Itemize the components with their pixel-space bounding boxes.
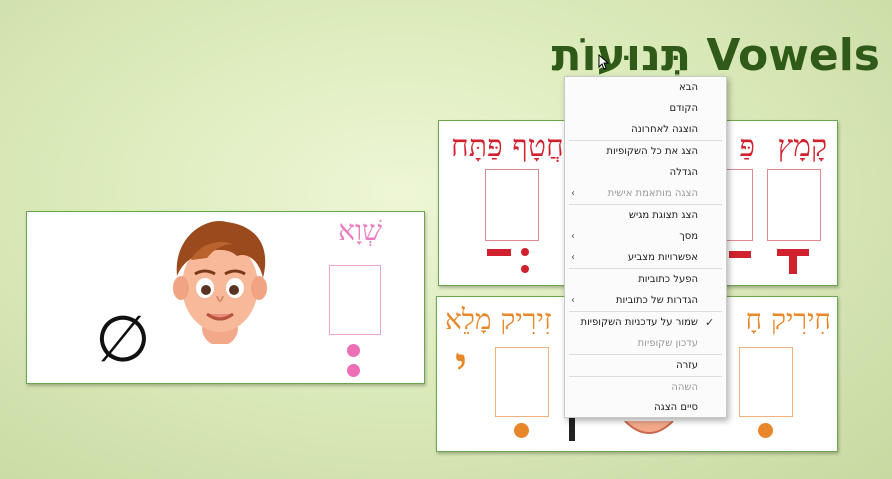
hiriq-male-box bbox=[495, 347, 549, 417]
menu-label: הצג תצוגת מגיש bbox=[628, 210, 698, 221]
menu-item-screen[interactable]: ‹ מסך bbox=[565, 226, 726, 247]
hiriq-dot bbox=[758, 423, 773, 438]
shva-dot-bottom bbox=[347, 364, 360, 377]
menu-label: מסך bbox=[679, 231, 698, 242]
menu-item-previous[interactable]: הקודם bbox=[565, 98, 726, 119]
menu-item-next[interactable]: הבא bbox=[565, 77, 726, 98]
menu-label: השהה bbox=[671, 382, 698, 393]
menu-label: עזרה bbox=[676, 360, 698, 371]
chevron-left-icon: ‹ bbox=[571, 231, 575, 242]
menu-item-end-show[interactable]: סיים הצגה bbox=[565, 397, 726, 418]
menu-item-help[interactable]: עזרה bbox=[565, 355, 726, 376]
shva-card: שְׁוָא ∅ bbox=[26, 211, 425, 384]
mouse-pointer-icon bbox=[598, 54, 610, 70]
hiriq-male-label: זִירִיק מָלֵא bbox=[445, 303, 552, 336]
menu-label: הצגה מותאמת אישית bbox=[607, 188, 698, 199]
menu-label: הגדלה bbox=[669, 167, 698, 178]
menu-label: עדכון שקופיות bbox=[637, 338, 698, 349]
menu-item-keep-slides-updated[interactable]: ✓ שמור על עדכניות השקופיות bbox=[565, 312, 726, 333]
menu-item-subtitle-settings[interactable]: ‹ הגדרות של כתוביות bbox=[565, 290, 726, 311]
menu-label: הגדרות של כתוביות bbox=[615, 295, 698, 306]
patah-partial-label: פַּ bbox=[739, 129, 755, 164]
qamats-label: קָמָץ bbox=[777, 129, 827, 164]
menu-item-zoom[interactable]: הגדלה bbox=[565, 162, 726, 183]
menu-item-custom-show[interactable]: ‹ הצגה מותאמת אישית bbox=[565, 183, 726, 204]
hataf-patah-mark bbox=[487, 248, 529, 273]
hiriq-male-dot bbox=[514, 423, 529, 438]
shva-label: שְׁוָא bbox=[338, 214, 382, 247]
chevron-left-icon: ‹ bbox=[571, 295, 575, 306]
menu-item-last-viewed[interactable]: הוצגה לאחרונה bbox=[565, 119, 726, 140]
slideshow-context-menu: הבא הקודם הוצגה לאחרונה הצג את כל השקופי… bbox=[564, 76, 727, 418]
qamats-box bbox=[767, 169, 821, 241]
empty-set-symbol: ∅ bbox=[95, 303, 151, 377]
boy-face-illustration bbox=[167, 216, 273, 346]
menu-item-presenter-view[interactable]: הצג תצוגת מגיש bbox=[565, 205, 726, 226]
hataf-patah-box bbox=[485, 169, 539, 241]
menu-item-see-all-slides[interactable]: הצג את כל השקופיות bbox=[565, 141, 726, 162]
menu-item-pause[interactable]: השהה bbox=[565, 377, 726, 398]
hiriq-box bbox=[739, 347, 793, 417]
chevron-left-icon: ‹ bbox=[571, 252, 575, 263]
shva-dot-top bbox=[347, 344, 360, 357]
menu-item-update-slides[interactable]: עדכון שקופיות bbox=[565, 333, 726, 354]
checkmark-icon: ✓ bbox=[705, 316, 715, 329]
shva-box bbox=[329, 265, 381, 335]
menu-label: הפעל כתוביות bbox=[638, 274, 698, 285]
menu-label: סיים הצגה bbox=[654, 402, 698, 413]
qamats-mark bbox=[777, 249, 809, 274]
hiriq-label: חִירִיק חָ bbox=[745, 303, 831, 336]
chevron-left-icon: ‹ bbox=[571, 188, 575, 199]
menu-label: הקודם bbox=[669, 103, 698, 114]
hataf-patah-label: חֲטָף פַּתָּח bbox=[451, 129, 564, 164]
menu-item-start-subtitles[interactable]: הפעל כתוביות bbox=[565, 269, 726, 290]
yod-letter: י bbox=[455, 337, 468, 391]
patah-mark bbox=[729, 251, 751, 258]
menu-label: הוצגה לאחרונה bbox=[631, 124, 698, 135]
menu-label: אפשרויות מצביע bbox=[627, 252, 698, 263]
menu-item-pointer-options[interactable]: ‹ אפשרויות מצביע bbox=[565, 247, 726, 268]
menu-label: שמור על עדכניות השקופיות bbox=[580, 317, 699, 328]
menu-label: הצג את כל השקופיות bbox=[606, 146, 698, 157]
face-mouth-fragment bbox=[624, 421, 674, 434]
menu-label: הבא bbox=[679, 82, 698, 93]
patah-box bbox=[723, 169, 753, 241]
